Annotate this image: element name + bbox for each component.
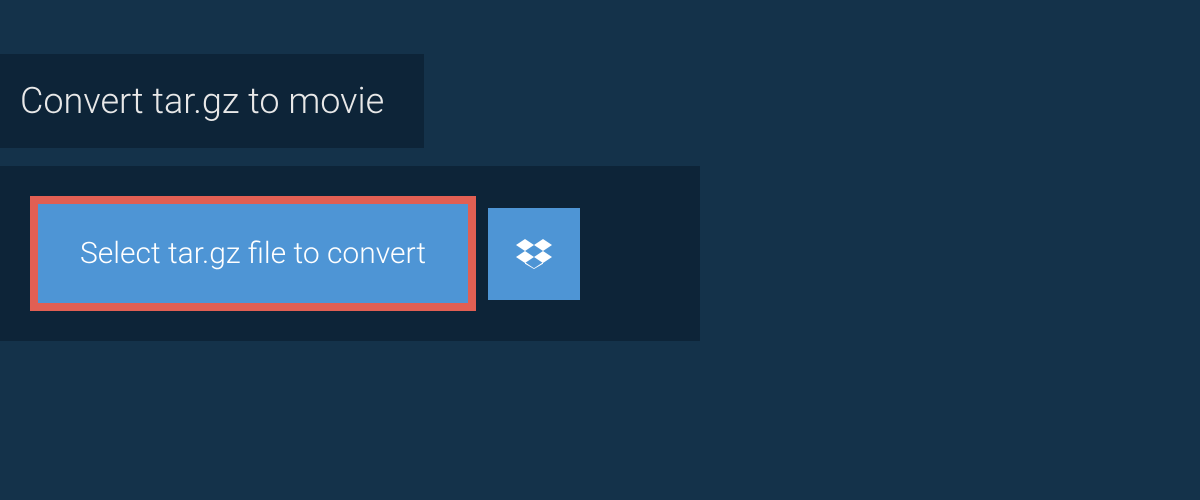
page-title: Convert tar.gz to movie <box>0 54 424 148</box>
dropbox-icon <box>516 236 552 272</box>
upload-panel: Select tar.gz file to convert <box>0 166 700 341</box>
dropbox-button[interactable] <box>488 208 580 300</box>
select-file-button[interactable]: Select tar.gz file to convert <box>30 196 476 311</box>
